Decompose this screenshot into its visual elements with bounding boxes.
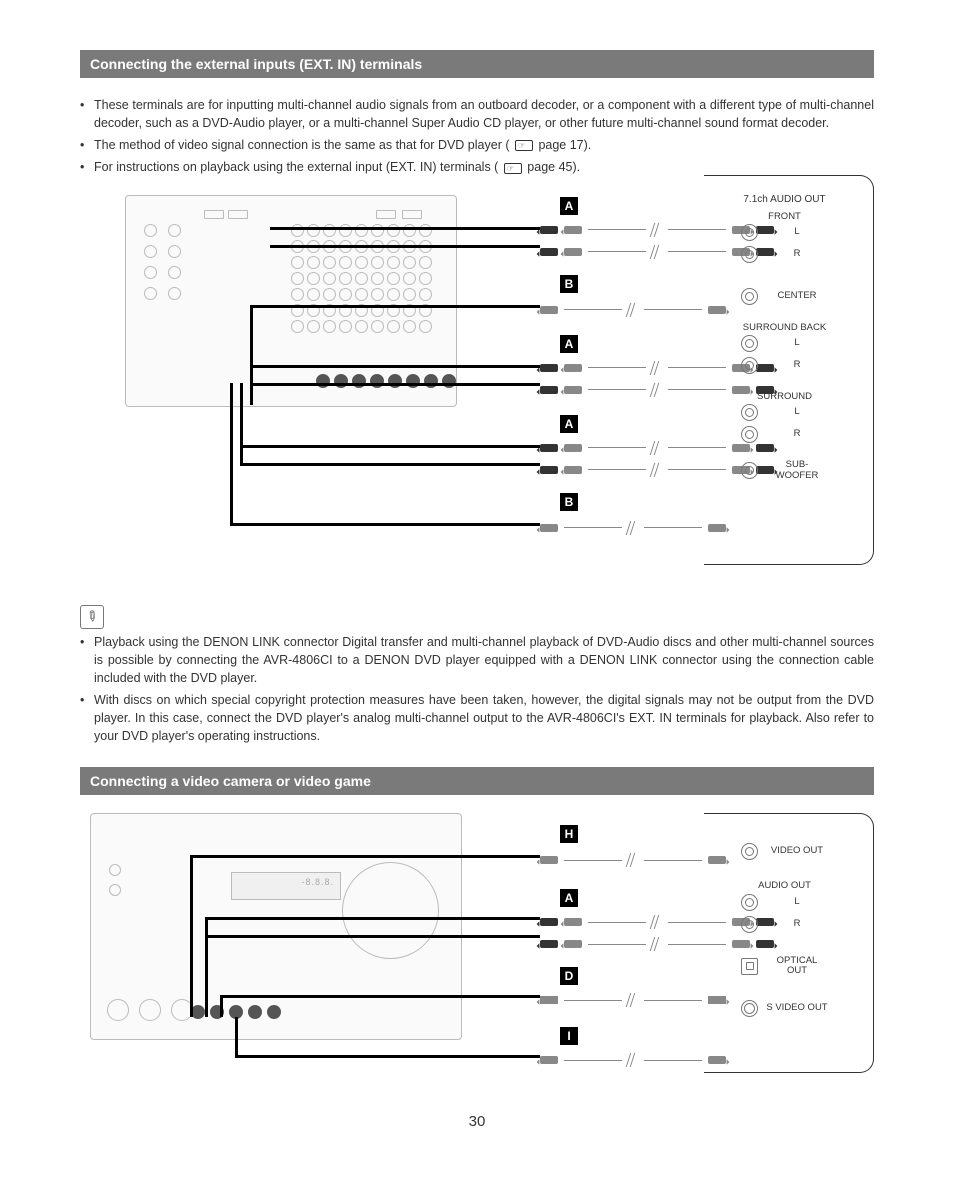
bullet-item: Playback using the DENON LINK connector …: [80, 633, 874, 687]
rca-jack-icon: [741, 224, 758, 241]
dest-label: L: [766, 897, 828, 907]
svideo-jack-icon: [741, 1000, 758, 1017]
dest-label: R: [766, 249, 828, 259]
cable-tag-d: D: [560, 967, 578, 985]
receiver-rear-panel: [125, 195, 457, 407]
bullet-item: With discs on which special copyright pr…: [80, 691, 874, 745]
optical-jack-icon: [741, 958, 758, 975]
rca-jack-icon: [741, 357, 758, 374]
diagram-video-camera: -8.8.8. H A D I: [80, 813, 874, 1083]
section-title-2: Connecting a video camera or video game: [80, 767, 874, 795]
dest-group-title: SURROUND: [757, 391, 812, 402]
volume-dial: [342, 862, 439, 959]
rca-jack-icon: [741, 916, 758, 933]
dest-label: CENTER: [766, 291, 828, 301]
bullet-item: The method of video signal connection is…: [80, 136, 874, 154]
source-device-box: 7.1ch AUDIO OUT FRONT L R CENTER SURROUN…: [704, 175, 874, 565]
receiver-front-panel: -8.8.8.: [90, 813, 462, 1040]
cable-tag-b: B: [560, 493, 578, 511]
cable-tag-a: A: [560, 889, 578, 907]
bullet-item: These terminals are for inputting multi-…: [80, 96, 874, 132]
page-ref-icon: ☞: [515, 140, 533, 151]
cable-tag-h: H: [560, 825, 578, 843]
dest-label: L: [766, 227, 828, 237]
bullet-item: For instructions on playback using the e…: [80, 158, 874, 176]
section1-bullets: These terminals are for inputting multi-…: [80, 96, 874, 177]
rca-jack-icon: [741, 843, 758, 860]
rca-jack-icon: [741, 426, 758, 443]
rca-jack-icon: [741, 246, 758, 263]
dest-label: VIDEO OUT: [766, 846, 828, 856]
dest-label: L: [766, 407, 828, 417]
rca-jack-icon: [741, 288, 758, 305]
page-number: 30: [80, 1113, 874, 1130]
dest-label: SUB- WOOFER: [766, 460, 828, 481]
dest-label: R: [766, 429, 828, 439]
source-device-box-2: VIDEO OUT AUDIO OUT L R OPTICAL OUT S VI…: [704, 813, 874, 1073]
cable-tag-b: B: [560, 275, 578, 293]
dest-group-title: SURROUND BACK: [743, 322, 826, 333]
section1-notes: Playback using the DENON LINK connector …: [80, 633, 874, 746]
dest-label: S VIDEO OUT: [766, 1003, 828, 1013]
note-icon: ✎: [80, 605, 104, 629]
cable-tag-a: A: [560, 415, 578, 433]
page-ref-icon: ☞: [504, 163, 522, 174]
dest-label: R: [766, 360, 828, 370]
rca-jack-icon: [741, 404, 758, 421]
front-display: -8.8.8.: [231, 872, 341, 900]
dest-group-title: AUDIO OUT: [758, 880, 811, 891]
cable-tag-a: A: [560, 197, 578, 215]
dest-label: L: [766, 338, 828, 348]
rca-jack-icon: [741, 335, 758, 352]
cable-tag-a: A: [560, 335, 578, 353]
cable-tag-i: I: [560, 1027, 578, 1045]
rca-jack-icon: [741, 462, 758, 479]
rca-jack-icon: [741, 894, 758, 911]
section-title-1: Connecting the external inputs (EXT. IN)…: [80, 50, 874, 78]
dest-label: R: [766, 919, 828, 929]
dest-header: 7.1ch AUDIO OUT: [704, 194, 865, 205]
dest-group-title: FRONT: [768, 211, 801, 222]
diagram-ext-in: A B A A B: [80, 187, 874, 587]
dest-label: OPTICAL OUT: [766, 956, 828, 977]
